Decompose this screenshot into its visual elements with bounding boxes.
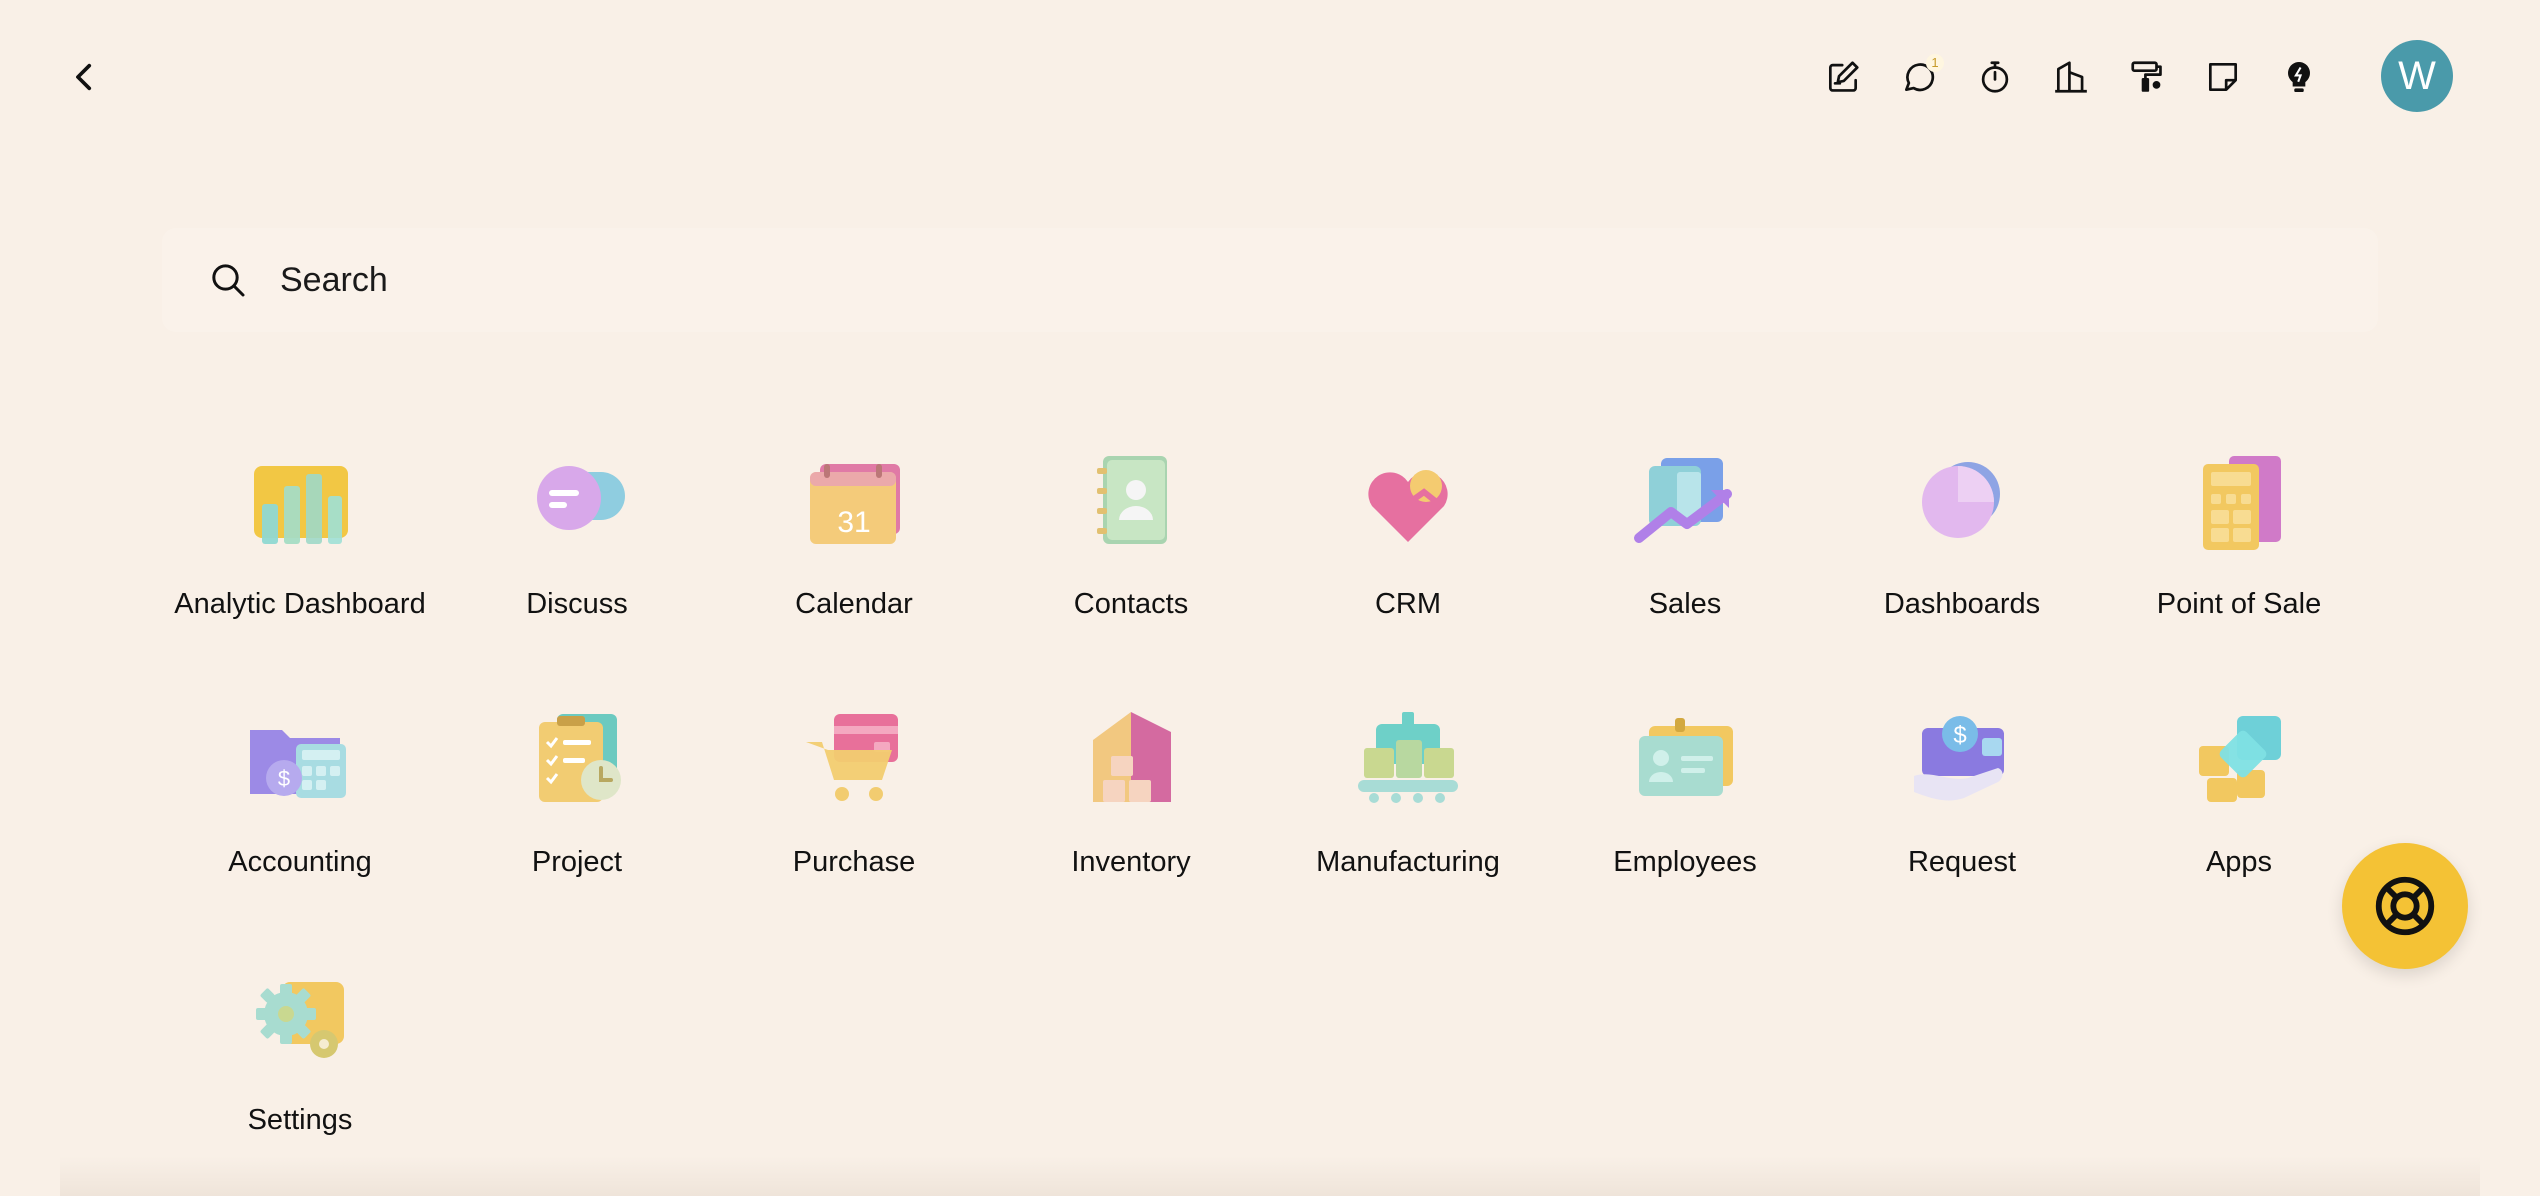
stopwatch-button[interactable] [1970,52,2020,102]
app-label: Manufacturing [1316,846,1500,878]
paint-roller-icon [2131,61,2162,92]
point-of-sale-icon [2179,442,2299,562]
bottom-shadow [60,1156,2480,1196]
app-label: Discuss [526,588,628,620]
support-button[interactable] [2342,843,2468,969]
app-label: Calendar [795,588,913,620]
app-apps[interactable]: Apps [2101,686,2377,896]
app-label: CRM [1374,588,1442,620]
lightbulb-button[interactable] [2274,52,2324,102]
app-label: Purchase [792,846,916,878]
app-contacts[interactable]: Contacts [993,428,1269,638]
contacts-icon [1071,442,1191,562]
dashboards-icon [1902,442,2022,562]
app-discuss[interactable]: Discuss [439,428,715,638]
app-label: Contacts [1073,588,1189,620]
app-project[interactable]: Project [439,686,715,896]
app-label: Project [531,846,623,878]
apps-icon [2179,700,2299,820]
edit-note-button[interactable] [1818,52,1868,102]
user-avatar[interactable]: W [2381,40,2453,112]
back-button[interactable] [60,52,110,102]
avatar-letter: W [2398,53,2436,98]
app-calendar[interactable]: 31 Calendar [716,428,992,638]
app-sales[interactable]: Sales [1547,428,1823,638]
analytic-dashboard-icon [240,442,360,562]
app-label: Accounting [228,846,372,878]
app-inventory[interactable]: Inventory [993,686,1269,896]
inventory-icon [1071,700,1191,820]
company-button[interactable] [2046,52,2096,102]
sales-icon [1625,442,1745,562]
accounting-icon: $ [240,700,360,820]
app-label: Sales [1648,588,1722,620]
calendar-day-text: 31 [837,506,870,539]
calendar-icon: 31 [794,442,914,562]
chat-badge: 1 [1926,54,1944,72]
stopwatch-icon [1981,61,2009,93]
edit-note-icon [1828,61,1859,92]
app-settings[interactable]: Settings [162,944,438,1154]
app-label: Request [1907,846,2016,878]
search-bar[interactable] [162,228,2378,332]
app-label: Dashboards [1883,588,2041,620]
svg-text:$: $ [278,766,290,791]
app-purchase[interactable]: Purchase [716,686,992,896]
app-label: Analytic Dashboard [174,588,426,620]
employees-icon [1625,700,1745,820]
svg-text:$: $ [1953,722,1966,749]
chat-button[interactable]: 1 [1894,52,1944,102]
app-label: Employees [1613,846,1757,878]
sticky-note-button[interactable] [2198,52,2248,102]
app-label: Apps [2205,846,2273,878]
top-bar: 1 W [0,0,2540,152]
building-icon [2055,61,2087,93]
search-input[interactable] [280,252,2180,308]
purchase-icon [794,700,914,820]
app-label: Inventory [1071,846,1191,878]
app-crm[interactable]: CRM [1270,428,1546,638]
lifebuoy-icon [2375,876,2435,936]
settings-icon [240,958,360,1078]
app-employees[interactable]: Employees [1547,686,1823,896]
app-request[interactable]: $ Request [1824,686,2100,896]
search-icon [212,264,245,297]
paint-roller-button[interactable] [2122,52,2172,102]
app-label: Point of Sale [2156,588,2322,620]
discuss-icon [517,442,637,562]
chevron-left-icon [76,63,92,91]
app-manufacturing[interactable]: Manufacturing [1270,686,1546,896]
sticky-note-icon [2208,62,2238,92]
app-analytic-dashboard[interactable]: Analytic Dashboard [162,428,438,638]
app-point-of-sale[interactable]: Point of Sale [2101,428,2377,638]
app-label: Settings [247,1104,353,1136]
crm-icon [1348,442,1468,562]
app-dashboards[interactable]: Dashboards [1824,428,2100,638]
lightbulb-icon [2288,61,2310,93]
app-accounting[interactable]: $ Accounting [162,686,438,896]
request-icon: $ [1902,700,2022,820]
project-icon [517,700,637,820]
manufacturing-icon [1348,700,1468,820]
